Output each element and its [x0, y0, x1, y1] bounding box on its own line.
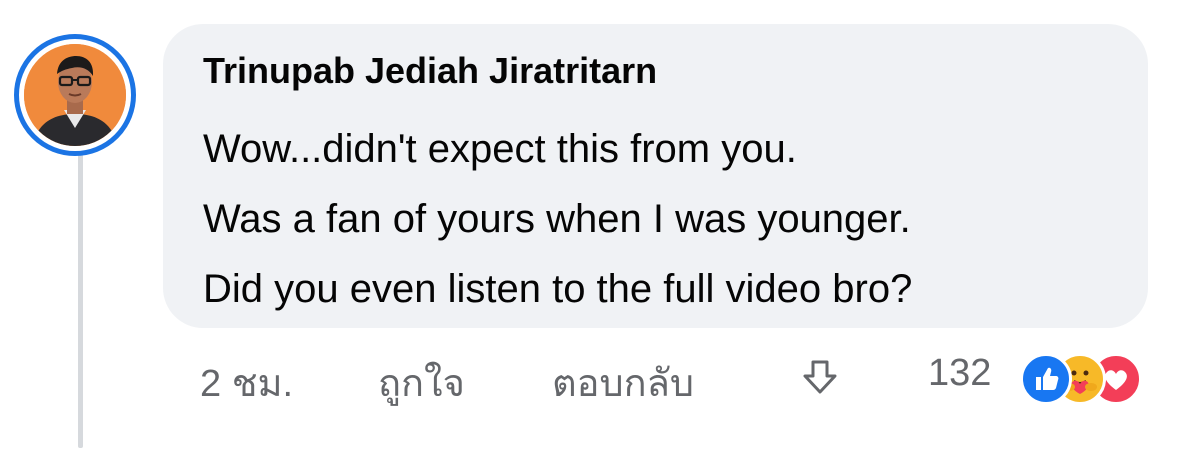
- comment-timestamp[interactable]: 2 ชม.: [200, 352, 293, 413]
- reply-button[interactable]: ตอบกลับ: [552, 352, 694, 413]
- like-button[interactable]: ถูกใจ: [378, 352, 465, 413]
- comment-line: Wow...didn't expect this from you.: [203, 127, 797, 171]
- comment-line: Was a fan of yours when I was younger.: [203, 197, 911, 241]
- avatar[interactable]: [14, 34, 146, 156]
- comment-text: Wow...didn't expect this from you. Was a…: [203, 114, 912, 324]
- reaction-count: 132: [928, 352, 992, 394]
- comment-line: Did you even listen to the full video br…: [203, 267, 913, 311]
- comment-bubble: Trinupab Jediah Jiratritarn Wow...didn't…: [163, 24, 1148, 328]
- comment-author[interactable]: Trinupab Jediah Jiratritarn: [203, 50, 657, 92]
- arrow-down-icon[interactable]: [800, 358, 840, 398]
- person-silhouette-icon: [24, 44, 126, 146]
- thread-line: [78, 152, 83, 448]
- like-reaction-icon: [1020, 353, 1072, 405]
- avatar-photo: [24, 44, 126, 146]
